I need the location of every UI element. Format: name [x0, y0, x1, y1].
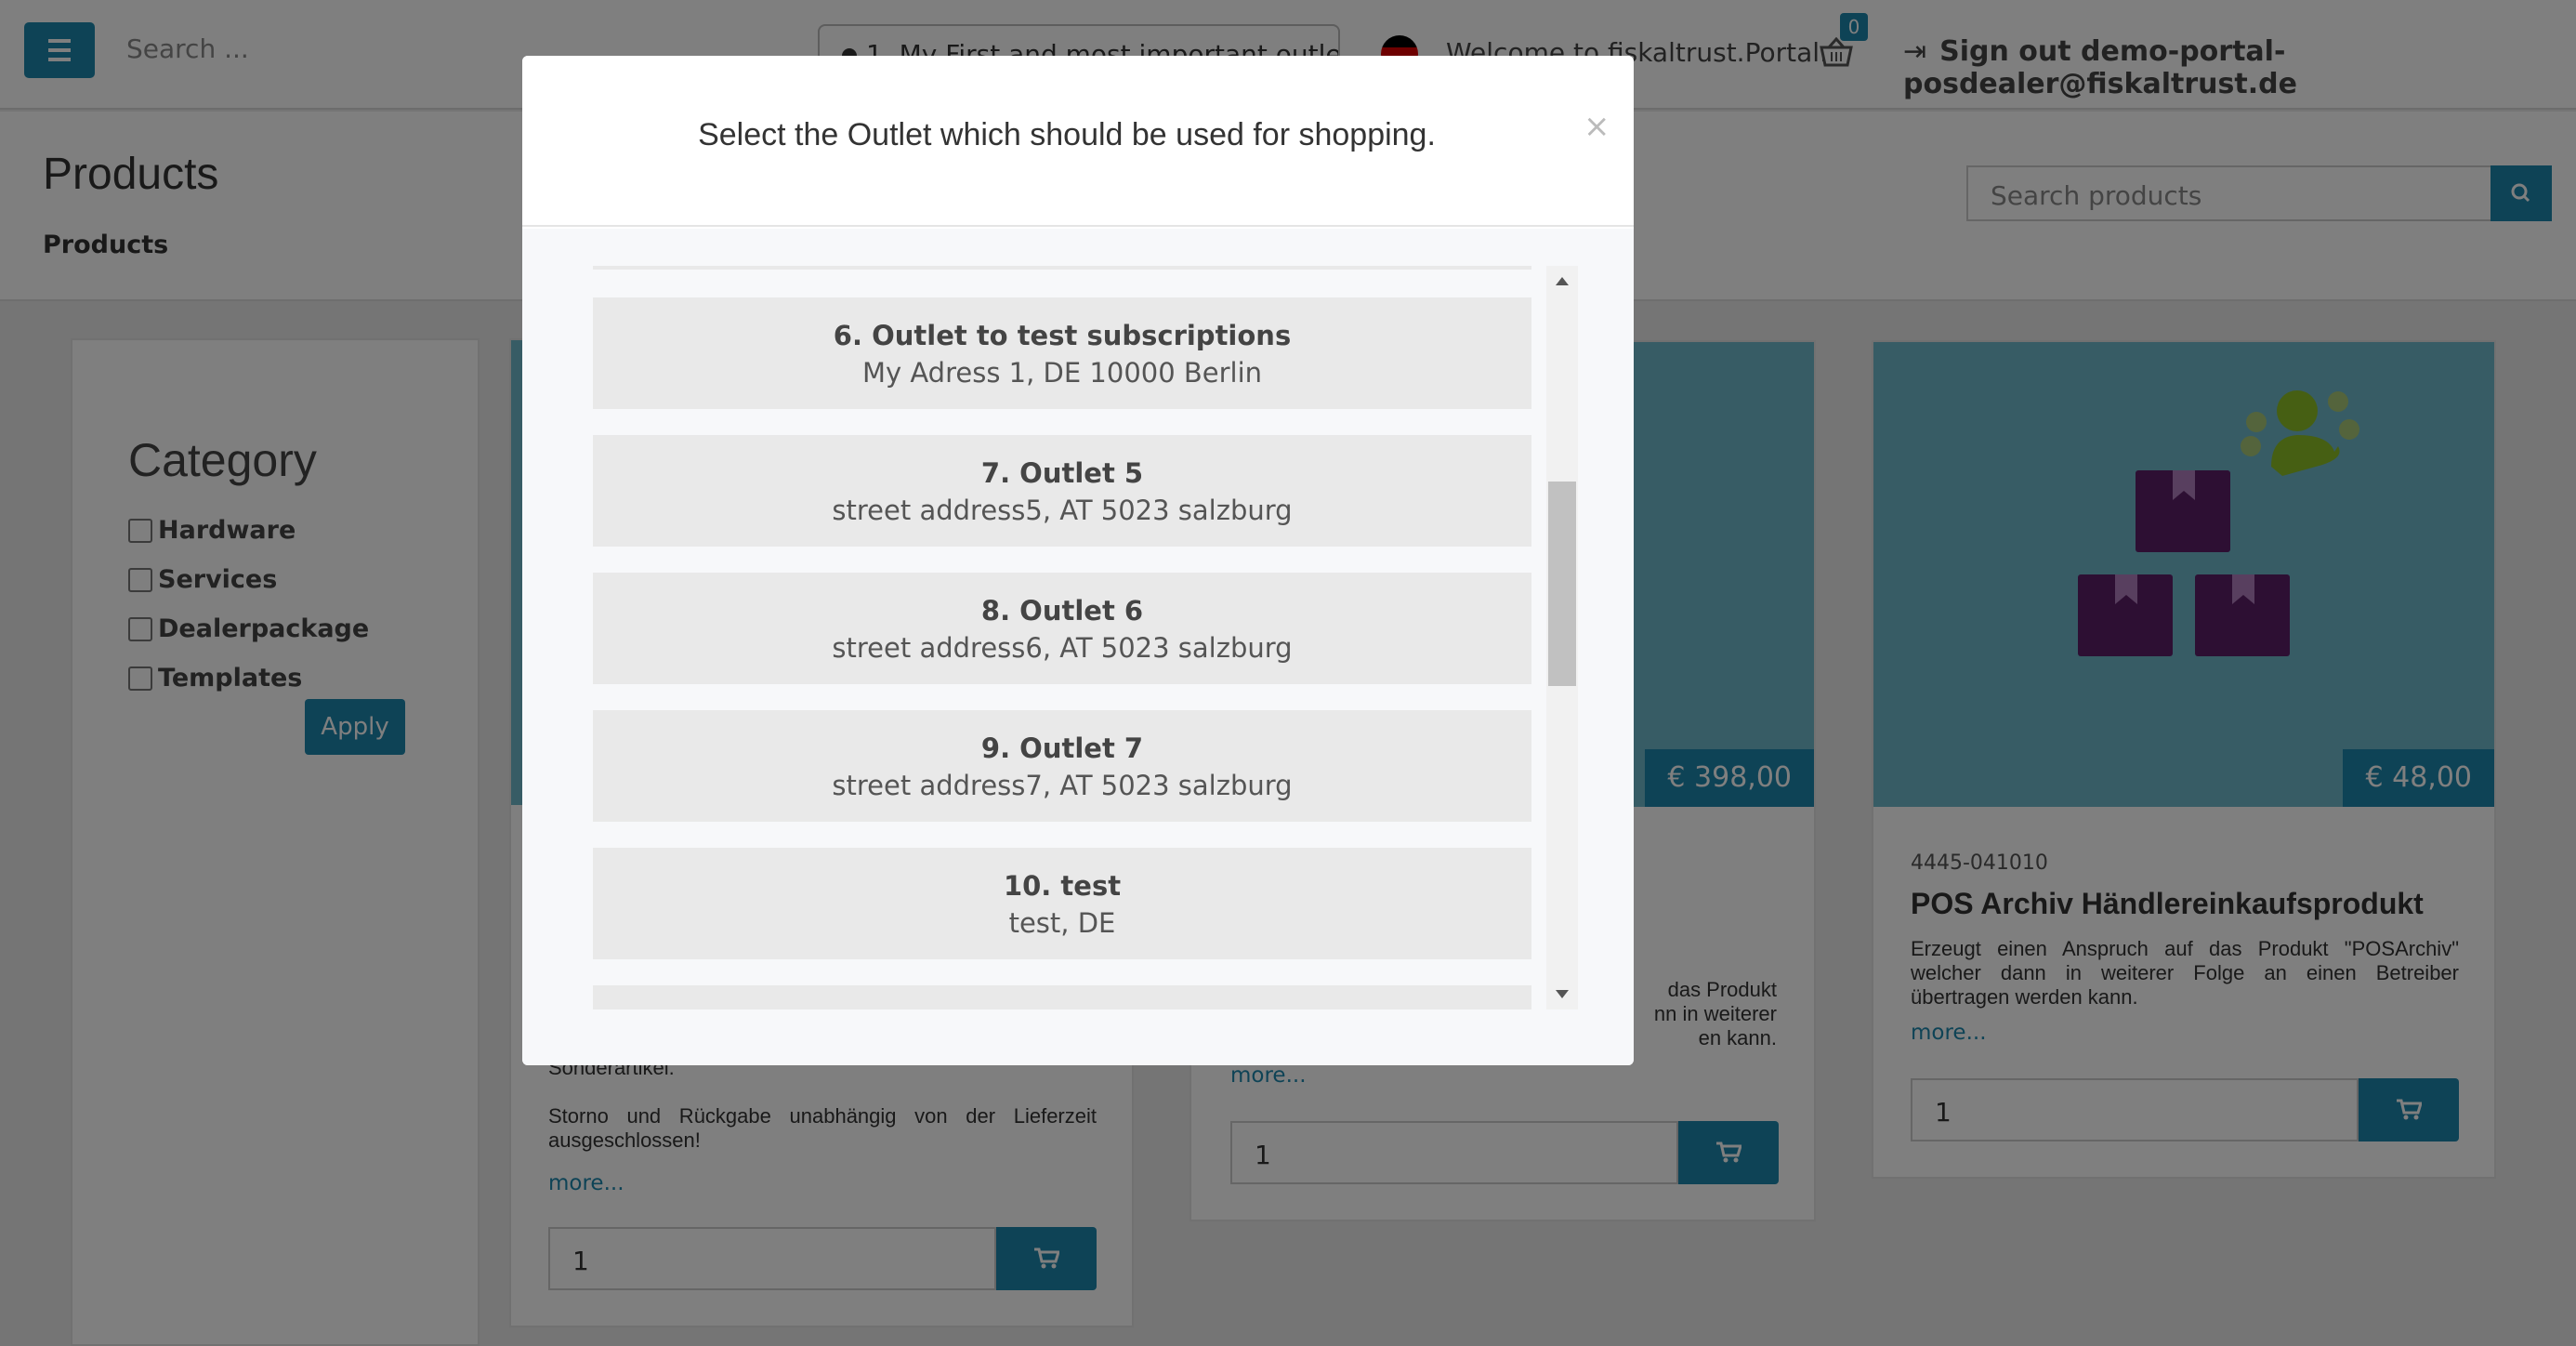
- outlet-name: 7. Outlet 5: [980, 457, 1144, 489]
- outlet-list-item[interactable]: 7. Outlet 5 street address5, AT 5023 sal…: [593, 435, 1531, 547]
- close-icon[interactable]: ×: [1584, 108, 1610, 145]
- outlet-address: street address5, AT 5023 salzburg: [832, 495, 1293, 526]
- outlet-name: 10. test: [1003, 870, 1122, 902]
- scrollbar-thumb[interactable]: [1548, 482, 1576, 686]
- outlet-address: My Adress 1, DE 10000 Berlin: [861, 357, 1263, 389]
- outlet-address: street address6, AT 5023 salzburg: [832, 632, 1293, 664]
- outlet-name: 6. Outlet to test subscriptions: [833, 320, 1292, 351]
- outlet-name: 9. Outlet 7: [980, 732, 1144, 764]
- modal-body: 6. Outlet to test subscriptions My Adres…: [522, 229, 1634, 1065]
- outlet-address: street address7, AT 5023 salzburg: [832, 770, 1293, 801]
- outlet-list: 6. Outlet to test subscriptions My Adres…: [593, 266, 1531, 1010]
- outlet-list-item[interactable]: 8. Outlet 6 street address6, AT 5023 sal…: [593, 573, 1531, 684]
- outlet-address: test, DE: [1008, 907, 1116, 939]
- scroll-down-arrow-icon[interactable]: [1556, 990, 1569, 998]
- modal-header: Select the Outlet which should be used f…: [522, 56, 1634, 227]
- scroll-up-arrow-icon[interactable]: [1556, 277, 1569, 285]
- outlet-list-scrollbar[interactable]: [1546, 266, 1578, 1010]
- modal-title: Select the Outlet which should be used f…: [698, 117, 1436, 152]
- outlet-name: 8. Outlet 6: [980, 595, 1144, 627]
- outlet-list-item[interactable]: 6. Outlet to test subscriptions My Adres…: [593, 297, 1531, 409]
- outlet-list-item[interactable]: 9. Outlet 7 street address7, AT 5023 sal…: [593, 710, 1531, 822]
- outlet-list-item[interactable]: 10. test test, DE: [593, 848, 1531, 959]
- outlet-list-item-partial[interactable]: [593, 985, 1531, 1010]
- outlet-select-modal: Select the Outlet which should be used f…: [522, 56, 1634, 1065]
- outlet-list-item-partial[interactable]: [593, 266, 1531, 270]
